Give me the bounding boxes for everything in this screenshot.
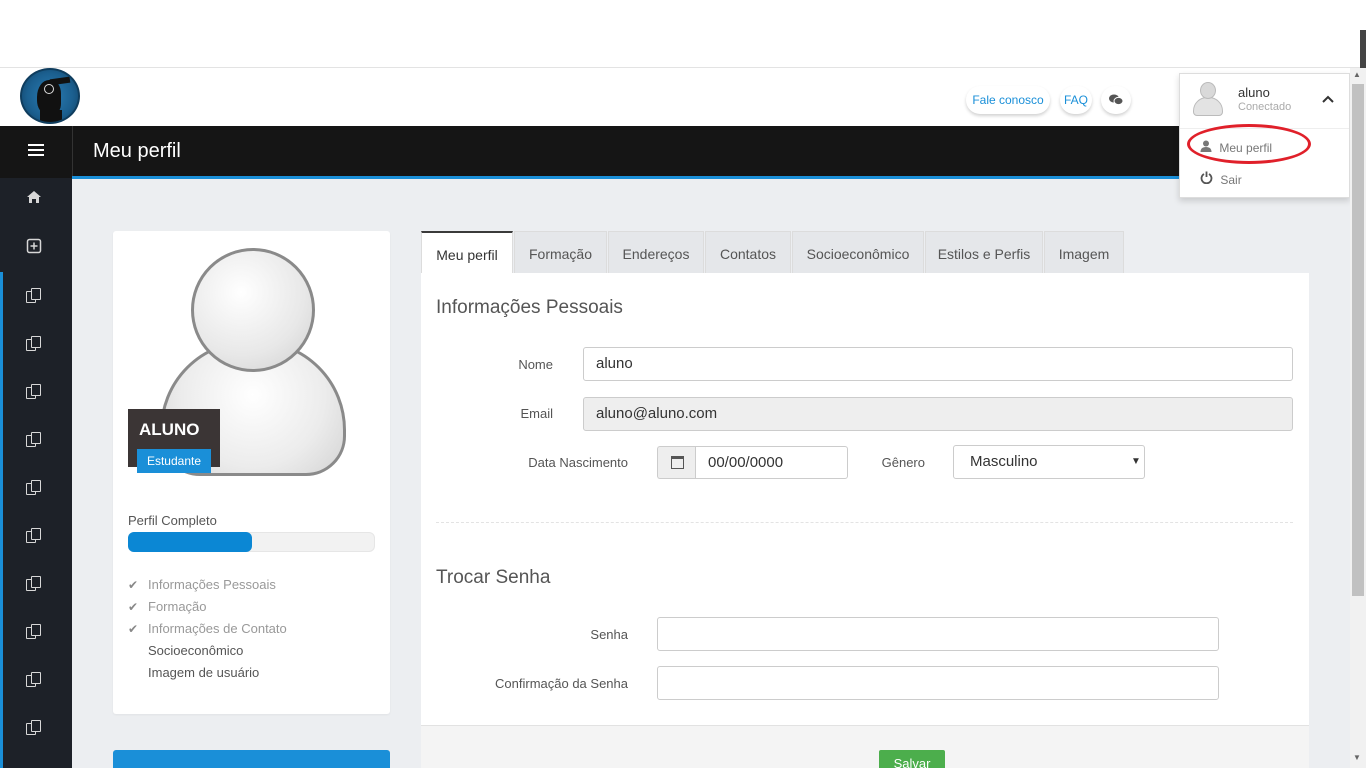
menu-toggle-icon[interactable] [28,144,44,159]
copy-icon[interactable] [24,670,44,690]
birth-date-field[interactable]: 00/00/0000 [695,446,848,479]
profile-name: ALUNO [139,420,200,439]
sidebar-active-indicator [0,272,3,768]
save-button[interactable]: Salvar [879,750,945,768]
secondary-card-header[interactable] [113,750,390,768]
email-label: Email [520,406,553,421]
completion-progress-fill [128,532,252,552]
checklist-item: Imagem de usuário [148,665,260,680]
password-confirm-field[interactable] [657,666,1219,700]
scrollbar-thumb[interactable] [1352,84,1364,596]
copy-icon[interactable] [24,622,44,642]
tab-socioeconomico[interactable]: Socioeconômico [792,231,924,273]
logo[interactable] [20,68,80,124]
site-header [0,68,1350,126]
check-icon: ✔ [128,600,139,614]
personal-info-title: Informações Pessoais [436,297,623,318]
calendar-addon[interactable] [657,446,696,479]
name-field[interactable]: aluno [583,347,1293,381]
tab-enderecos[interactable]: Endereços [608,231,704,273]
copy-icon[interactable] [24,382,44,402]
checklist-item: ✔ Informações Pessoais [128,577,276,592]
copy-icon[interactable] [24,478,44,498]
copy-icon[interactable] [24,334,44,354]
copy-icon[interactable] [24,286,44,306]
password-label: Senha [590,627,628,642]
user-avatar-icon [1193,82,1223,116]
contact-link[interactable]: Fale conosco [966,86,1050,114]
tab-imagem[interactable]: Imagem [1044,231,1124,273]
topbar: Meu perfil [0,126,1350,178]
gender-select[interactable]: Masculino [953,445,1145,479]
change-password-title: Trocar Senha [436,567,551,588]
user-dropdown-header[interactable]: aluno Conectado [1180,74,1349,129]
password-field[interactable] [657,617,1219,651]
tab-meu-perfil[interactable]: Meu perfil [421,231,513,274]
copy-icon[interactable] [24,574,44,594]
menu-item-sair[interactable]: Sair [1200,171,1242,187]
check-icon: ✔ [128,578,139,592]
user-status: Conectado [1238,101,1292,113]
check-icon: ✔ [128,622,139,636]
topbar-divider [72,126,73,178]
form-footer [421,725,1309,768]
copy-icon[interactable] [24,526,44,546]
name-label: Nome [518,357,553,372]
scroll-down-icon[interactable]: ▼ [1353,753,1361,762]
highlight-annotation [1187,124,1311,164]
plus-square-icon[interactable] [24,238,44,258]
gender-label: Gênero [881,455,925,470]
chevron-down-icon: ▼ [1131,456,1141,467]
email-field[interactable]: aluno@aluno.com [583,397,1293,431]
page-title: Meu perfil [93,140,181,162]
tab-contatos[interactable]: Contatos [705,231,791,273]
checklist-item: Socioeconômico [148,643,244,658]
completion-label: Perfil Completo [128,513,217,528]
copy-icon[interactable] [24,430,44,450]
chat-icon[interactable] [1101,86,1131,114]
tab-estilos-e-perfis[interactable]: Estilos e Perfis [925,231,1043,273]
birth-date-label: Data Nascimento [528,455,628,470]
user-name: aluno [1238,85,1270,100]
copy-icon[interactable] [24,718,44,738]
window-edge [1360,30,1366,68]
chevron-up-icon[interactable] [1322,90,1334,106]
checklist-item: ✔ Formação [128,599,207,614]
scroll-up-icon[interactable]: ▲ [1353,70,1361,79]
password-confirm-label: Confirmação da Senha [495,676,628,691]
checklist-item: ✔ Informações de Contato [128,621,287,636]
form-panel [421,273,1309,725]
role-badge: Estudante [137,449,211,473]
tab-formacao[interactable]: Formação [514,231,607,273]
browser-blank-area [0,0,1366,68]
section-divider [436,522,1293,523]
faq-link[interactable]: FAQ [1060,86,1092,114]
menu-item-label: Sair [1220,173,1242,187]
calendar-icon [671,456,684,469]
power-icon [1200,171,1216,187]
home-icon[interactable] [24,190,44,210]
